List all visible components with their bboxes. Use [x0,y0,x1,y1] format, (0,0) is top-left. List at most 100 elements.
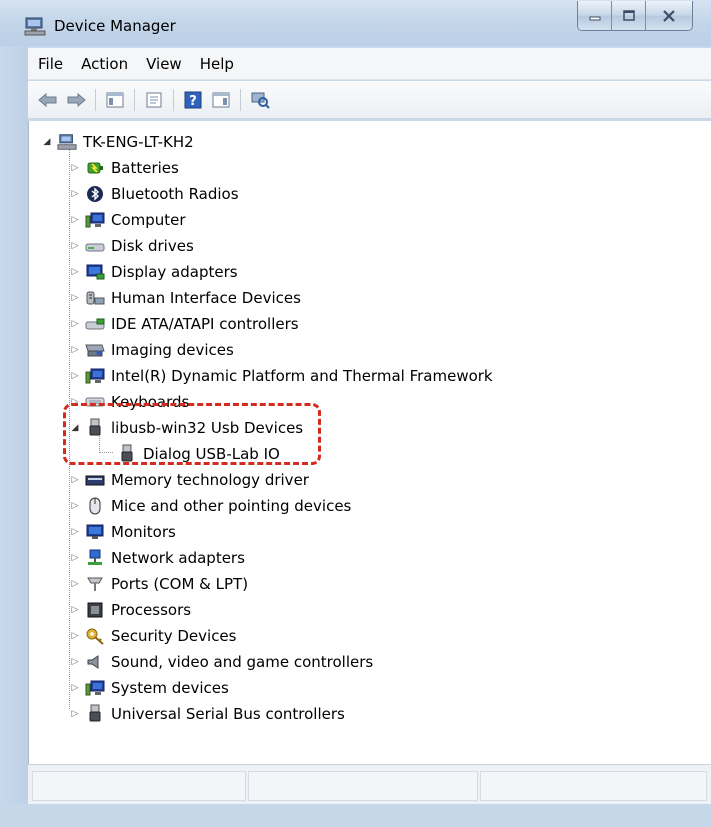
tree-category[interactable]: ▷ Universal Serial Bus controllers [69,702,345,726]
device-manager-window: Device Manager File Action View Help ? ◢… [0,0,711,827]
toolbar-separator [240,88,241,111]
minimize-button[interactable] [578,1,612,30]
computer-icon [85,211,105,229]
tree-category-label: Disk drives [111,237,194,255]
expand-icon[interactable]: ▷ [69,604,81,616]
tree-category[interactable]: ▷ Monitors [69,520,176,544]
status-cell [32,771,246,801]
toolbar-separator [134,88,135,111]
highlight-annotation [63,403,321,465]
device-manager-icon [24,16,46,36]
tree-category-label: Bluetooth Radios [111,185,239,203]
tree-category[interactable]: ▷ Computer [69,208,186,232]
tree-category[interactable]: ▷ Sound, video and game controllers [69,650,374,674]
menu-file[interactable]: File [28,48,72,80]
tree-category[interactable]: ▷ IDE ATA/ATAPI controllers [69,312,299,336]
expand-icon[interactable]: ▷ [69,552,81,564]
tree-category-label: Security Devices [111,627,237,645]
tree-category-label: Network adapters [111,549,245,567]
computer-root-icon [57,133,77,151]
computer-icon [85,679,105,697]
expand-icon[interactable]: ▷ [69,214,81,226]
tree-category-label: Human Interface Devices [111,289,301,307]
help-icon[interactable]: ? [181,88,205,112]
show-hide-console-tree-icon[interactable] [103,88,127,112]
expand-icon[interactable]: ▷ [69,162,81,174]
tree-category[interactable]: ▷ Human Interface Devices [69,286,301,310]
expand-icon[interactable]: ▷ [69,240,81,252]
expand-icon[interactable]: ▷ [69,266,81,278]
maximize-button[interactable] [612,1,646,30]
tree-root-label: TK-ENG-LT-KH2 [83,133,194,151]
properties-icon[interactable] [142,88,166,112]
tree-category-label: Ports (COM & LPT) [111,575,249,593]
tree-category-label: Processors [111,601,192,619]
menu-action[interactable]: Action [72,48,137,80]
caption-buttons [577,1,693,31]
network-icon [85,549,105,567]
expand-icon[interactable]: ▷ [69,682,81,694]
status-bar [28,764,711,804]
expand-icon[interactable]: ▷ [69,500,81,512]
expand-icon[interactable]: ▷ [69,292,81,304]
show-action-pane-icon[interactable] [209,88,233,112]
mouse-icon [85,497,105,515]
tree-category[interactable]: ▷ Processors [69,598,192,622]
expand-icon[interactable]: ▷ [69,344,81,356]
tree-category-label: Batteries [111,159,179,177]
collapse-icon[interactable]: ◢ [41,136,53,148]
expand-icon[interactable]: ▷ [69,318,81,330]
expand-icon[interactable]: ▷ [69,578,81,590]
tree-category[interactable]: ▷ Disk drives [69,234,194,258]
camera-icon [85,341,105,359]
memory-icon [85,471,105,489]
expand-icon[interactable]: ▷ [69,630,81,642]
expand-icon[interactable]: ▷ [69,474,81,486]
tree-category-label: Monitors [111,523,176,541]
port-icon [85,575,105,593]
expand-icon[interactable]: ▷ [69,526,81,538]
tree-category[interactable]: ▷ Intel(R) Dynamic Platform and Thermal F… [69,364,493,388]
tree-category[interactable]: ▷ Network adapters [69,546,245,570]
hid-icon [85,289,105,307]
speaker-icon [85,653,105,671]
back-arrow-icon[interactable] [36,88,60,112]
scan-hardware-icon[interactable] [248,88,272,112]
processor-icon [85,601,105,619]
close-button[interactable] [646,1,692,30]
window-frame-bottom [0,804,711,827]
tree-root[interactable]: ◢ TK-ENG-LT-KH2 [41,130,194,154]
menu-help[interactable]: Help [191,48,243,80]
menu-view[interactable]: View [137,48,191,80]
status-cell [480,771,707,801]
tree-category-label: Universal Serial Bus controllers [111,705,345,723]
tree-category[interactable]: ▷ System devices [69,676,229,700]
tree-category-label: Imaging devices [111,341,234,359]
status-cell [248,771,478,801]
window-frame-left [0,46,28,804]
forward-arrow-icon[interactable] [64,88,88,112]
expand-icon[interactable]: ▷ [69,708,81,720]
ide-controller-icon [85,315,105,333]
bluetooth-icon [85,185,105,203]
tree-category[interactable]: ▷ Security Devices [69,624,237,648]
svg-text:?: ? [189,94,197,109]
expand-icon[interactable]: ▷ [69,188,81,200]
tree-category[interactable]: ▷ Memory technology driver [69,468,309,492]
tree-category[interactable]: ▷ Imaging devices [69,338,234,362]
tree-category[interactable]: ▷ Bluetooth Radios [69,182,239,206]
tree-category-label: Computer [111,211,186,229]
expand-icon[interactable]: ▷ [69,370,81,382]
toolbar-separator [173,88,174,111]
tree-category[interactable]: ▷ Ports (COM & LPT) [69,572,249,596]
battery-icon [85,159,105,177]
title-bar[interactable]: Device Manager [0,0,711,46]
tree-category-label: IDE ATA/ATAPI controllers [111,315,299,333]
tree-category[interactable]: ▷ Display adapters [69,260,238,284]
tree-category-label: Mice and other pointing devices [111,497,352,515]
expand-icon[interactable]: ▷ [69,656,81,668]
display-adapter-icon [85,263,105,281]
tree-category[interactable]: ▷ Mice and other pointing devices [69,494,352,518]
device-tree[interactable]: ◢ TK-ENG-LT-KH2 ▷ Batteries ▷ Bluetooth Rad… [28,121,711,764]
tree-category[interactable]: ▷ Batteries [69,156,179,180]
